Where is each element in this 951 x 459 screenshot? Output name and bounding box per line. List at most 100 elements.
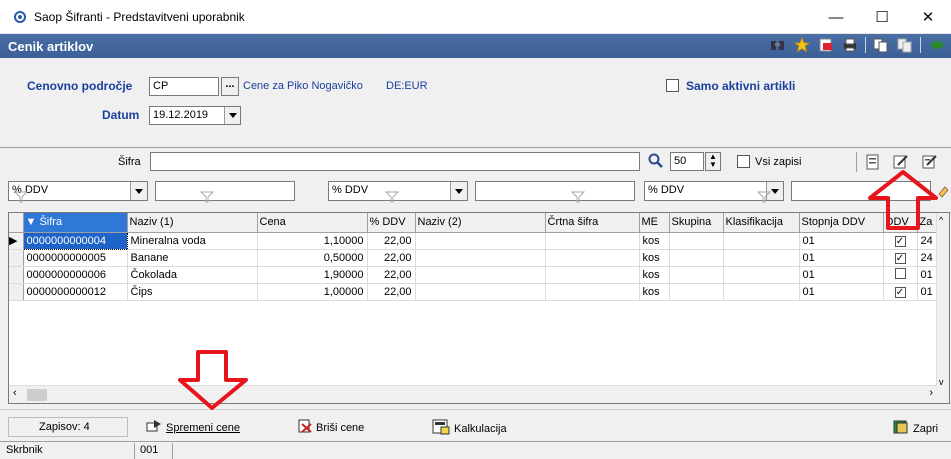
cell-me[interactable]: kos bbox=[639, 249, 670, 267]
filter-combo-1[interactable]: % DDV bbox=[8, 181, 148, 201]
star-icon[interactable] bbox=[793, 36, 811, 54]
vertical-scrollbar[interactable]: ^ v bbox=[936, 213, 949, 403]
filter-value-2[interactable] bbox=[475, 181, 635, 201]
cell-cena[interactable]: 1,10000 bbox=[257, 232, 368, 250]
cell-ddv-checkbox[interactable]: ✓ bbox=[883, 283, 918, 301]
close-button[interactable]: Zapri bbox=[893, 419, 938, 438]
horizontal-scrollbar[interactable]: ‹ › bbox=[9, 385, 937, 403]
scroll-right-icon[interactable]: › bbox=[929, 387, 933, 399]
scroll-left-icon[interactable]: ‹ bbox=[13, 387, 17, 399]
cell-ddv-checkbox[interactable]: ✓ bbox=[883, 232, 918, 250]
delete-prices-button[interactable]: Briši cene bbox=[298, 419, 364, 436]
cell-me[interactable]: kos bbox=[639, 232, 670, 250]
change-prices-button[interactable]: Spremeni cene bbox=[146, 419, 240, 436]
table-row[interactable]: 0000000000005 Banane 0,50000 22,00 kos 0… bbox=[9, 249, 937, 267]
table-row[interactable]: 0000000000012 Čips 1,00000 22,00 kos 01 … bbox=[9, 283, 937, 301]
all-records-checkbox[interactable] bbox=[737, 155, 750, 168]
filter-funnel-icon[interactable] bbox=[756, 190, 772, 207]
cell-naziv2[interactable] bbox=[415, 249, 546, 267]
ddv-checkbox[interactable]: ✓ bbox=[894, 252, 906, 264]
filter-funnel-icon[interactable] bbox=[384, 190, 400, 207]
chevron-down-icon[interactable] bbox=[450, 182, 467, 200]
binoculars-icon[interactable] bbox=[769, 36, 787, 54]
date-input[interactable]: 19.12.2019 bbox=[149, 106, 241, 125]
record-count-input[interactable]: 50 bbox=[670, 152, 704, 171]
cell-za[interactable]: 01 bbox=[917, 283, 937, 301]
exit-icon[interactable] bbox=[927, 36, 945, 54]
maximize-button[interactable]: ☐ bbox=[859, 0, 905, 34]
ddv-checkbox[interactable]: ✓ bbox=[894, 286, 906, 298]
chevron-down-icon[interactable] bbox=[130, 182, 147, 200]
sifra-filter-input[interactable] bbox=[150, 152, 640, 171]
minimize-button[interactable]: — bbox=[813, 0, 859, 34]
cell-za[interactable]: 01 bbox=[917, 266, 937, 284]
cell-sifra[interactable]: 0000000000012 bbox=[23, 283, 128, 301]
cell-klasifikacija[interactable] bbox=[723, 283, 800, 301]
ddv-checkbox[interactable]: ✓ bbox=[894, 235, 906, 247]
cell-barcode[interactable] bbox=[545, 266, 640, 284]
cell-cena[interactable]: 1,00000 bbox=[257, 283, 368, 301]
cell-ddv-percent[interactable]: 22,00 bbox=[367, 283, 416, 301]
cell-skupina[interactable] bbox=[669, 266, 724, 284]
cell-barcode[interactable] bbox=[545, 249, 640, 267]
cell-za[interactable]: 24 bbox=[917, 249, 937, 267]
cell-naziv[interactable]: Čokolada bbox=[127, 266, 258, 284]
cell-klasifikacija[interactable] bbox=[723, 249, 800, 267]
scroll-thumb[interactable] bbox=[27, 389, 47, 401]
price-list-grid[interactable]: ▼ Šifra Naziv (1) Cena % DDV Naziv (2) Č… bbox=[8, 212, 950, 404]
close-window-button[interactable]: ✕ bbox=[905, 0, 951, 34]
cell-naziv[interactable]: Čips bbox=[127, 283, 258, 301]
cell-me[interactable]: kos bbox=[639, 266, 670, 284]
cell-naziv2[interactable] bbox=[415, 266, 546, 284]
cell-za[interactable]: 24 bbox=[917, 232, 937, 250]
copy-icon[interactable] bbox=[872, 36, 890, 54]
date-dropdown-button[interactable] bbox=[224, 107, 240, 124]
column-header-klasifikacija[interactable]: Klasifikacija bbox=[723, 213, 800, 233]
cell-stopnja-ddv[interactable]: 01 bbox=[799, 232, 884, 250]
cell-ddv-percent[interactable]: 22,00 bbox=[367, 266, 416, 284]
cell-klasifikacija[interactable] bbox=[723, 232, 800, 250]
cell-sifra[interactable]: 0000000000006 bbox=[23, 266, 128, 284]
cell-me[interactable]: kos bbox=[639, 283, 670, 301]
cell-naziv2[interactable] bbox=[415, 232, 546, 250]
column-header-naziv1[interactable]: Naziv (1) bbox=[127, 213, 258, 233]
cell-barcode[interactable] bbox=[545, 232, 640, 250]
price-area-lookup-button[interactable]: ... bbox=[221, 77, 239, 96]
column-header-sifra[interactable]: ▼ Šifra bbox=[23, 213, 128, 233]
only-active-checkbox[interactable] bbox=[666, 79, 679, 92]
cell-skupina[interactable] bbox=[669, 283, 724, 301]
cell-ddv-percent[interactable]: 22,00 bbox=[367, 232, 416, 250]
cell-stopnja-ddv[interactable]: 01 bbox=[799, 249, 884, 267]
column-header-cena[interactable]: Cena bbox=[257, 213, 368, 233]
cell-sifra[interactable]: 0000000000005 bbox=[23, 249, 128, 267]
column-header-ddv-percent[interactable]: % DDV bbox=[367, 213, 416, 233]
cell-skupina[interactable] bbox=[669, 232, 724, 250]
filter-funnel-icon[interactable] bbox=[13, 190, 29, 207]
filter-value-1[interactable] bbox=[155, 181, 295, 201]
cell-ddv-checkbox[interactable]: ✓ bbox=[883, 249, 918, 267]
cell-barcode[interactable] bbox=[545, 283, 640, 301]
cell-naziv[interactable]: Mineralna voda bbox=[127, 232, 258, 250]
cell-naziv2[interactable] bbox=[415, 283, 546, 301]
copy-disabled-icon[interactable] bbox=[896, 36, 914, 54]
ddv-checkbox[interactable] bbox=[894, 267, 906, 279]
column-header-naziv2[interactable]: Naziv (2) bbox=[415, 213, 546, 233]
cell-sifra[interactable]: 0000000000004 bbox=[22, 231, 128, 250]
cell-stopnja-ddv[interactable]: 01 bbox=[799, 283, 884, 301]
export-icon[interactable] bbox=[817, 36, 835, 54]
cell-cena[interactable]: 0,50000 bbox=[257, 249, 368, 267]
column-header-barcode[interactable]: Črtna šifra bbox=[545, 213, 640, 233]
column-header-me[interactable]: ME bbox=[639, 213, 670, 233]
scroll-down-icon[interactable]: v bbox=[939, 377, 944, 387]
print-icon[interactable] bbox=[841, 36, 859, 54]
cell-ddv-checkbox[interactable] bbox=[883, 266, 918, 284]
cell-ddv-percent[interactable]: 22,00 bbox=[367, 249, 416, 267]
cell-klasifikacija[interactable] bbox=[723, 266, 800, 284]
table-row[interactable]: ▶ 0000000000004 Mineralna voda 1,10000 2… bbox=[9, 231, 937, 250]
price-area-input[interactable]: CP bbox=[149, 77, 219, 96]
table-row[interactable]: 0000000000006 Čokolada 1,90000 22,00 kos… bbox=[9, 266, 937, 284]
search-icon[interactable] bbox=[648, 153, 664, 172]
cell-skupina[interactable] bbox=[669, 249, 724, 267]
cell-naziv[interactable]: Banane bbox=[127, 249, 258, 267]
record-count-stepper[interactable]: ▲ ▼ bbox=[705, 152, 721, 171]
